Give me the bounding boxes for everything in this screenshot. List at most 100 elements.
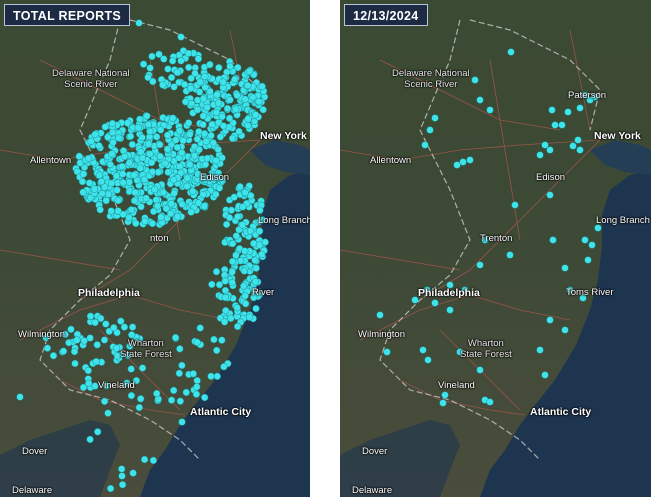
report-marker[interactable]: [176, 345, 184, 353]
report-marker[interactable]: [135, 403, 143, 412]
report-marker[interactable]: [511, 201, 519, 209]
report-marker[interactable]: [226, 96, 234, 104]
report-marker[interactable]: [170, 386, 178, 395]
report-marker[interactable]: [59, 347, 68, 355]
report-marker[interactable]: [169, 114, 177, 122]
report-marker[interactable]: [110, 324, 118, 332]
report-marker[interactable]: [244, 121, 252, 130]
report-marker[interactable]: [218, 336, 226, 344]
report-marker[interactable]: [92, 357, 100, 366]
report-marker[interactable]: [144, 120, 153, 129]
report-marker[interactable]: [108, 150, 116, 158]
report-marker[interactable]: [183, 182, 191, 190]
report-marker[interactable]: [114, 196, 122, 205]
report-marker[interactable]: [119, 210, 127, 219]
report-marker[interactable]: [179, 136, 187, 145]
report-marker[interactable]: [239, 203, 247, 211]
report-marker[interactable]: [146, 150, 154, 158]
report-marker[interactable]: [202, 137, 210, 146]
report-marker[interactable]: [240, 267, 248, 275]
report-marker[interactable]: [187, 84, 195, 93]
report-marker[interactable]: [424, 356, 432, 364]
report-marker[interactable]: [139, 60, 148, 68]
report-marker[interactable]: [118, 162, 126, 171]
report-marker[interactable]: [228, 257, 237, 266]
report-marker[interactable]: [80, 337, 88, 345]
report-marker[interactable]: [121, 152, 129, 161]
report-marker[interactable]: [167, 73, 176, 82]
report-marker[interactable]: [177, 57, 185, 65]
report-marker[interactable]: [199, 120, 207, 129]
report-marker[interactable]: [79, 188, 87, 196]
report-marker[interactable]: [581, 236, 589, 244]
report-marker[interactable]: [136, 115, 144, 123]
report-marker[interactable]: [127, 365, 135, 373]
report-marker[interactable]: [486, 106, 494, 114]
report-marker[interactable]: [86, 312, 95, 320]
report-marker[interactable]: [152, 196, 160, 204]
report-marker[interactable]: [431, 114, 439, 122]
report-marker[interactable]: [75, 152, 83, 160]
report-marker[interactable]: [95, 171, 104, 179]
report-marker[interactable]: [123, 119, 132, 127]
report-marker[interactable]: [471, 76, 479, 84]
report-marker[interactable]: [104, 409, 112, 417]
report-marker[interactable]: [118, 472, 126, 480]
report-marker[interactable]: [128, 140, 136, 149]
report-marker[interactable]: [252, 264, 260, 272]
report-marker[interactable]: [157, 213, 165, 221]
report-marker[interactable]: [212, 268, 221, 276]
report-marker[interactable]: [178, 418, 186, 426]
report-marker[interactable]: [104, 190, 113, 198]
report-marker[interactable]: [223, 104, 232, 113]
report-marker[interactable]: [476, 261, 484, 269]
report-marker[interactable]: [238, 221, 247, 229]
report-marker[interactable]: [215, 64, 223, 72]
report-marker[interactable]: [178, 200, 186, 208]
report-marker[interactable]: [551, 121, 559, 129]
report-marker[interactable]: [190, 152, 199, 160]
report-marker[interactable]: [196, 78, 204, 86]
report-marker[interactable]: [159, 188, 167, 196]
report-marker[interactable]: [226, 62, 234, 70]
report-marker[interactable]: [259, 106, 267, 114]
report-marker[interactable]: [138, 133, 146, 142]
report-marker[interactable]: [576, 104, 584, 112]
report-marker[interactable]: [149, 456, 158, 465]
report-marker[interactable]: [85, 179, 94, 187]
report-marker[interactable]: [70, 347, 79, 356]
report-marker[interactable]: [564, 108, 572, 116]
report-marker[interactable]: [137, 148, 145, 156]
report-marker[interactable]: [216, 133, 225, 141]
report-marker[interactable]: [536, 151, 544, 159]
report-marker[interactable]: [148, 52, 156, 61]
report-marker[interactable]: [130, 171, 138, 179]
report-marker[interactable]: [251, 278, 260, 286]
report-marker[interactable]: [213, 346, 221, 355]
report-marker[interactable]: [251, 111, 260, 119]
report-marker[interactable]: [558, 121, 566, 129]
report-marker[interactable]: [175, 127, 184, 135]
report-marker[interactable]: [170, 83, 178, 91]
report-marker[interactable]: [119, 178, 127, 187]
report-marker[interactable]: [95, 142, 103, 150]
report-marker[interactable]: [228, 134, 237, 142]
report-marker[interactable]: [228, 268, 236, 276]
report-marker[interactable]: [549, 236, 557, 244]
report-marker[interactable]: [193, 338, 201, 346]
report-marker[interactable]: [208, 280, 216, 289]
report-marker[interactable]: [131, 188, 139, 197]
report-marker[interactable]: [141, 217, 149, 225]
report-marker[interactable]: [173, 68, 181, 77]
report-marker[interactable]: [203, 154, 211, 163]
report-marker[interactable]: [194, 55, 203, 63]
report-marker[interactable]: [249, 93, 257, 101]
report-marker[interactable]: [426, 126, 434, 134]
report-marker[interactable]: [176, 397, 184, 405]
report-marker[interactable]: [232, 105, 240, 113]
report-marker[interactable]: [101, 123, 109, 131]
report-marker[interactable]: [383, 348, 391, 356]
report-marker[interactable]: [476, 366, 484, 374]
report-marker[interactable]: [246, 227, 255, 235]
report-marker[interactable]: [459, 158, 467, 166]
